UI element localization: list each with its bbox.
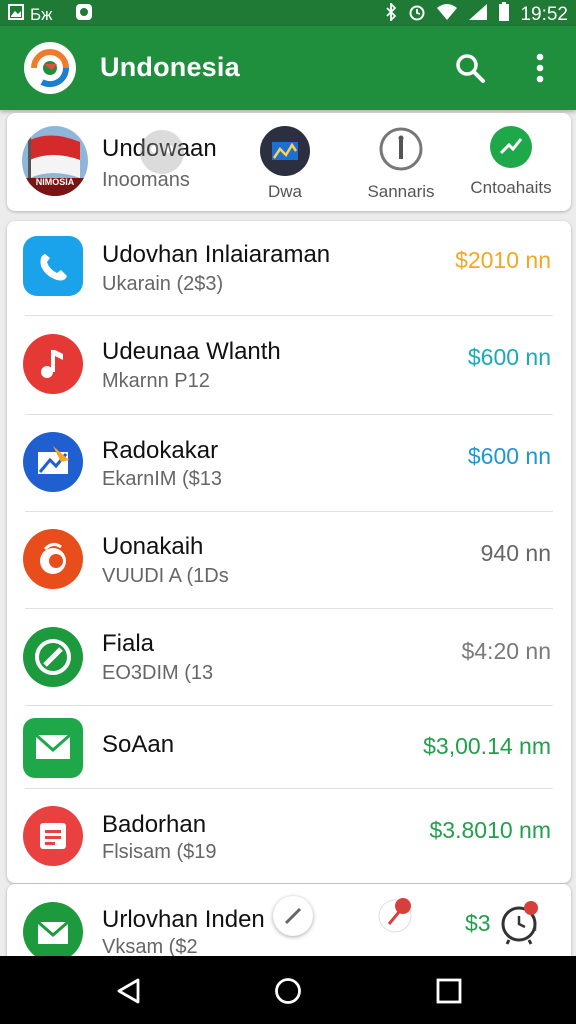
app-title: Undonesia: [100, 52, 240, 82]
item-amount: $600 nn: [467, 443, 551, 469]
item-amount: $2010 nn: [455, 247, 551, 273]
carrier-label: Бж: [30, 4, 53, 24]
shortcut-dwa-label: Dwa: [267, 182, 302, 201]
signal-icon: [468, 3, 488, 26]
item-title: Udovhan Inlaiaraman: [102, 241, 331, 268]
item-title: Badorhan: [102, 811, 207, 838]
trend-icon: [489, 125, 533, 174]
app-icon: [75, 3, 93, 26]
item-amount: $3.8010 nm: [429, 817, 551, 843]
mail-icon: [23, 718, 83, 778]
item-subtitle: EkarnIM ($13: [102, 468, 223, 490]
check-icon: [23, 627, 83, 687]
navigation-bar: [0, 956, 576, 1024]
pin-icon[interactable]: [375, 892, 421, 943]
chart-icon: [259, 125, 311, 182]
recents-icon[interactable]: [434, 976, 464, 1006]
item-subtitle: VUUDI A (1Ds: [102, 565, 229, 587]
mail-icon: [23, 902, 83, 962]
placeholder-icon: [137, 127, 187, 182]
list-item[interactable]: Udeunaa Wlanth Mkarnn P12 $600 nn: [7, 316, 571, 414]
transaction-list: Udovhan Inlaiaraman Ukarain (2$3) $2010 …: [7, 221, 571, 883]
shortcut-cntoahaits-label: Cntoahaits: [470, 178, 552, 197]
item-title: Urlovhan Inden: [102, 906, 265, 933]
app-logo-icon: [24, 42, 76, 94]
item-amount: $4:20 nn: [461, 638, 551, 664]
alarm-clock-icon[interactable]: [495, 896, 545, 951]
item-subtitle: Mkarnn P12: [102, 370, 210, 392]
flag-caption: NIMOSIA: [35, 177, 75, 187]
item-title: SoAan: [102, 731, 175, 758]
item-subtitle: EO3DIM (13: [102, 662, 214, 684]
shortcut-dwa[interactable]: Dwa: [252, 125, 318, 202]
edit-icon[interactable]: [273, 896, 313, 936]
list-item[interactable]: Udovhan Inlaiaraman Ukarain (2$3) $2010 …: [7, 221, 571, 315]
item-title: Uonakaih: [102, 533, 204, 560]
shortcut-sannaris-label: Sannaris: [367, 182, 435, 201]
back-icon[interactable]: [114, 976, 144, 1006]
item-amount: 940 nn: [480, 540, 551, 566]
item-amount: $3,00.14 nm: [423, 733, 551, 759]
list-item[interactable]: Fiala EO3DIM (13 $4:20 nn: [7, 609, 571, 705]
indonesia-flag-image[interactable]: NIMOSIA: [22, 126, 88, 196]
clock-time: 19:52: [520, 3, 568, 25]
partial-list-item[interactable]: Urlovhan Inden Vksam ($2 $3m: [7, 884, 571, 964]
item-amount: $600 nn: [467, 344, 551, 370]
item-title: Radokakar: [102, 437, 219, 464]
info-icon: [377, 125, 425, 178]
search-icon[interactable]: [452, 50, 488, 86]
circle-icon: [23, 529, 83, 589]
featured-card: NIMOSIA Undowaan Inoomans Dwa Sannaris C…: [7, 113, 571, 211]
shortcut-cntoahaits[interactable]: Cntoahaits: [459, 125, 563, 198]
list-item[interactable]: Uonakaih VUUDI A (1Ds 940 nn: [7, 512, 571, 609]
wifi-icon: [436, 3, 458, 26]
image-icon: [8, 4, 24, 25]
item-title: Fiala: [102, 630, 155, 657]
phone-icon: [23, 236, 83, 296]
bluetooth-icon: [384, 1, 398, 26]
home-icon[interactable]: [273, 976, 303, 1006]
list-item[interactable]: Radokakar EkarnIM ($13 $600 nn: [7, 415, 571, 512]
item-subtitle: Ukarain (2$3): [102, 273, 224, 295]
item-title: Udeunaa Wlanth: [102, 338, 281, 365]
item-subtitle: Flsisam ($19: [102, 841, 217, 863]
list-item[interactable]: SoAan $3,00.14 nm: [7, 706, 571, 788]
battery-icon: [498, 2, 510, 27]
alarm-icon: [408, 3, 426, 26]
arrow-icon: [23, 432, 83, 492]
app-bar: Undonesia: [0, 26, 576, 110]
document-icon: [23, 806, 83, 866]
music-icon: [23, 334, 83, 394]
shortcut-sannaris[interactable]: Sannaris: [357, 125, 445, 202]
list-item[interactable]: Badorhan Flsisam ($19 $3.8010 nm: [7, 789, 571, 883]
more-vert-icon[interactable]: [528, 50, 552, 86]
status-bar: Бж 19:52: [0, 0, 576, 26]
